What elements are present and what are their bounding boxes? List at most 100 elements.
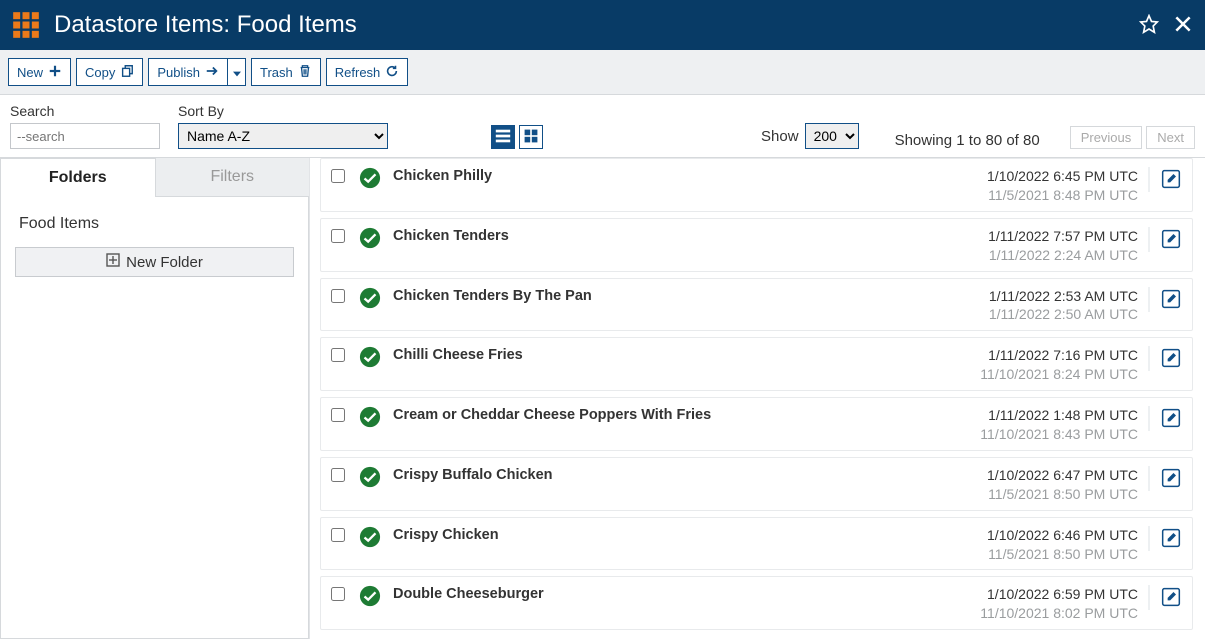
next-button[interactable]: Next (1146, 126, 1195, 149)
list-item[interactable]: Chicken Philly1/10/2022 6:45 PM UTC11/5/… (320, 158, 1193, 212)
sort-label: Sort By (178, 103, 388, 119)
date-created: 11/5/2021 8:50 PM UTC (987, 485, 1138, 504)
new-folder-button[interactable]: New Folder (15, 247, 294, 277)
status-ok-icon (359, 167, 381, 189)
edit-button[interactable] (1161, 348, 1181, 371)
action-toolbar: New Copy Publish Trash Refresh (0, 50, 1205, 95)
status-ok-icon (359, 526, 381, 548)
title-bar: Datastore Items: Food Items (0, 0, 1205, 50)
edit-button[interactable] (1161, 587, 1181, 610)
copy-icon (120, 64, 134, 81)
plus-icon (48, 64, 62, 81)
item-dates: 1/11/2022 2:53 AM UTC1/11/2022 2:50 AM U… (989, 287, 1148, 325)
item-dates: 1/10/2022 6:47 PM UTC11/5/2021 8:50 PM U… (987, 466, 1148, 504)
item-dates: 1/11/2022 7:57 PM UTC1/11/2022 2:24 AM U… (988, 227, 1148, 265)
date-created: 1/11/2022 2:50 AM UTC (989, 305, 1138, 324)
status-ok-icon (359, 227, 381, 249)
item-dates: 1/11/2022 7:16 PM UTC11/10/2021 8:24 PM … (980, 346, 1148, 384)
publish-dropdown[interactable] (228, 58, 246, 86)
date-modified: 1/11/2022 2:53 AM UTC (989, 287, 1138, 306)
date-modified: 1/10/2022 6:59 PM UTC (980, 585, 1138, 604)
item-name: Crispy Chicken (393, 526, 987, 543)
date-created: 11/5/2021 8:50 PM UTC (987, 545, 1138, 564)
list-item[interactable]: Double Cheeseburger1/10/2022 6:59 PM UTC… (320, 576, 1193, 630)
date-created: 11/5/2021 8:48 PM UTC (987, 186, 1138, 205)
trash-button[interactable]: Trash (251, 58, 321, 86)
tab-folders[interactable]: Folders (0, 158, 156, 197)
item-name: Double Cheeseburger (393, 585, 980, 602)
status-ok-icon (359, 466, 381, 488)
sidebar-tabs: Folders Filters (0, 158, 309, 197)
arrow-right-icon (205, 64, 219, 81)
row-checkbox[interactable] (331, 169, 345, 183)
search-group: Search (10, 103, 160, 149)
list-item[interactable]: Chilli Cheese Fries1/11/2022 7:16 PM UTC… (320, 337, 1193, 391)
item-dates: 1/11/2022 1:48 PM UTC11/10/2021 8:43 PM … (980, 406, 1148, 444)
item-name: Chilli Cheese Fries (393, 346, 980, 363)
date-modified: 1/11/2022 7:57 PM UTC (988, 227, 1138, 246)
grid-view-button[interactable] (519, 125, 543, 149)
refresh-icon (385, 64, 399, 81)
show-label: Show (761, 128, 799, 145)
apps-grid-icon[interactable] (12, 11, 40, 39)
show-count-select[interactable]: 200 (805, 123, 859, 149)
item-dates: 1/10/2022 6:45 PM UTC11/5/2021 8:48 PM U… (987, 167, 1148, 205)
list-item[interactable]: Crispy Buffalo Chicken1/10/2022 6:47 PM … (320, 457, 1193, 511)
row-checkbox[interactable] (331, 229, 345, 243)
status-ok-icon (359, 287, 381, 309)
item-dates: 1/10/2022 6:46 PM UTC11/5/2021 8:50 PM U… (987, 526, 1148, 564)
list-view-button[interactable] (491, 125, 515, 149)
sort-group: Sort By Name A-Z (178, 103, 388, 149)
sort-select[interactable]: Name A-Z (178, 123, 388, 149)
date-created: 11/10/2021 8:43 PM UTC (980, 425, 1138, 444)
item-list[interactable]: Chicken Philly1/10/2022 6:45 PM UTC11/5/… (310, 158, 1205, 639)
favorite-star-icon[interactable] (1139, 14, 1159, 37)
date-modified: 1/11/2022 7:16 PM UTC (980, 346, 1138, 365)
date-modified: 1/11/2022 1:48 PM UTC (980, 406, 1138, 425)
folder-root-label[interactable]: Food Items (19, 215, 294, 233)
page-title: Datastore Items: Food Items (54, 11, 1139, 39)
row-checkbox[interactable] (331, 408, 345, 422)
edit-button[interactable] (1161, 229, 1181, 252)
plus-box-icon (106, 253, 120, 271)
edit-button[interactable] (1161, 408, 1181, 431)
publish-button[interactable]: Publish (148, 58, 228, 86)
list-view-icon (494, 127, 512, 148)
item-name: Crispy Buffalo Chicken (393, 466, 987, 483)
publish-button-group: Publish (148, 58, 246, 86)
refresh-button[interactable]: Refresh (326, 58, 409, 86)
caret-down-icon (233, 65, 241, 80)
list-item[interactable]: Crispy Chicken1/10/2022 6:46 PM UTC11/5/… (320, 517, 1193, 571)
date-modified: 1/10/2022 6:46 PM UTC (987, 526, 1138, 545)
row-checkbox[interactable] (331, 289, 345, 303)
date-created: 1/11/2022 2:24 AM UTC (988, 246, 1138, 265)
pager: Previous Next (1070, 126, 1195, 149)
edit-button[interactable] (1161, 468, 1181, 491)
trash-icon (298, 64, 312, 81)
close-icon[interactable] (1173, 14, 1193, 37)
list-item[interactable]: Chicken Tenders1/11/2022 7:57 PM UTC1/11… (320, 218, 1193, 272)
search-input[interactable] (10, 123, 160, 149)
row-checkbox[interactable] (331, 528, 345, 542)
list-item[interactable]: Cream or Cheddar Cheese Poppers With Fri… (320, 397, 1193, 451)
row-checkbox[interactable] (331, 348, 345, 362)
row-checkbox[interactable] (331, 468, 345, 482)
list-item[interactable]: Chicken Tenders By The Pan1/11/2022 2:53… (320, 278, 1193, 332)
status-ok-icon (359, 585, 381, 607)
new-button-label: New (17, 65, 43, 80)
row-checkbox[interactable] (331, 587, 345, 601)
new-folder-label: New Folder (126, 254, 203, 271)
new-button[interactable]: New (8, 58, 71, 86)
edit-button[interactable] (1161, 169, 1181, 192)
edit-button[interactable] (1161, 528, 1181, 551)
grid-view-icon (523, 128, 539, 147)
date-modified: 1/10/2022 6:47 PM UTC (987, 466, 1138, 485)
tab-filters[interactable]: Filters (156, 158, 310, 197)
show-count-group: Show 200 (761, 123, 859, 149)
copy-button[interactable]: Copy (76, 58, 143, 86)
filter-bar: Search Sort By Name A-Z Show 200 Showing… (0, 95, 1205, 158)
copy-button-label: Copy (85, 65, 115, 80)
edit-button[interactable] (1161, 289, 1181, 312)
previous-button[interactable]: Previous (1070, 126, 1143, 149)
status-ok-icon (359, 346, 381, 368)
